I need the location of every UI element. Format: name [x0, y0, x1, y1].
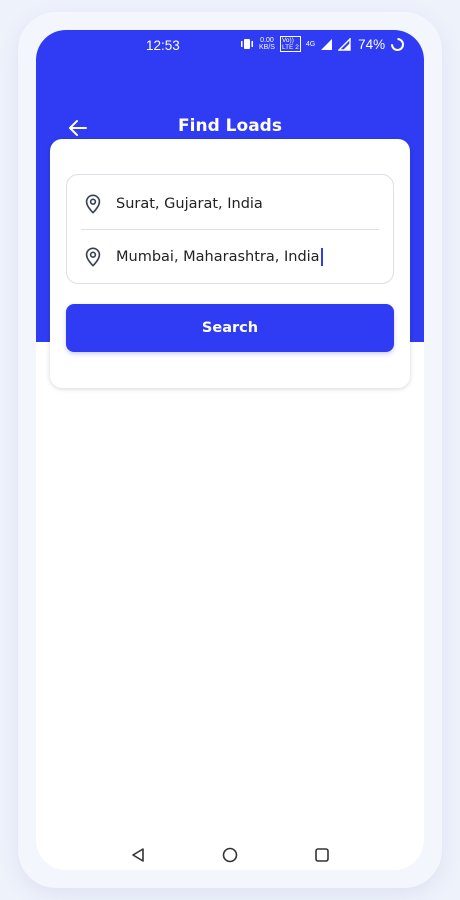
- from-location-value: Surat, Gujarat, India: [116, 196, 263, 212]
- search-button[interactable]: Search: [66, 304, 394, 352]
- network-type: 4G: [305, 40, 316, 48]
- status-time: 12:53: [146, 38, 180, 53]
- location-inputs: Surat, Gujarat, India Mumbai, Maharashtr…: [66, 174, 394, 284]
- location-pin-icon: [85, 194, 101, 214]
- nav-recents-icon[interactable]: [313, 846, 331, 864]
- phone-screen: 12:53 0.00 KB/S Vo)) LTE 2 4G 74% Find L…: [36, 30, 424, 870]
- volte-badge: Vo)) LTE 2: [279, 36, 301, 52]
- signal-icon-2: [338, 37, 351, 51]
- battery-percent: 74%: [358, 36, 386, 52]
- location-pin-icon: [85, 247, 101, 267]
- net-speed: 0.00 KB/S: [259, 37, 275, 51]
- from-location-field[interactable]: Surat, Gujarat, India: [67, 179, 393, 229]
- battery-ring-icon: [391, 37, 405, 51]
- text-cursor: [320, 248, 323, 266]
- to-location-value: Mumbai, Maharashtra, India: [116, 249, 320, 265]
- status-icons: 0.00 KB/S Vo)) LTE 2 4G 74%: [240, 36, 405, 52]
- signal-icon: [321, 38, 333, 50]
- page-title: Find Loads: [178, 116, 282, 136]
- search-card: Surat, Gujarat, India Mumbai, Maharashtr…: [50, 139, 410, 388]
- nav-home-icon[interactable]: [221, 846, 239, 864]
- divider: [81, 229, 379, 230]
- system-nav-bar: [36, 840, 424, 870]
- nav-back-icon[interactable]: [129, 846, 147, 864]
- to-location-field[interactable]: Mumbai, Maharashtra, India: [67, 232, 393, 282]
- status-bar: 12:53 0.00 KB/S Vo)) LTE 2 4G 74%: [36, 30, 424, 60]
- vibrate-icon: [241, 39, 253, 49]
